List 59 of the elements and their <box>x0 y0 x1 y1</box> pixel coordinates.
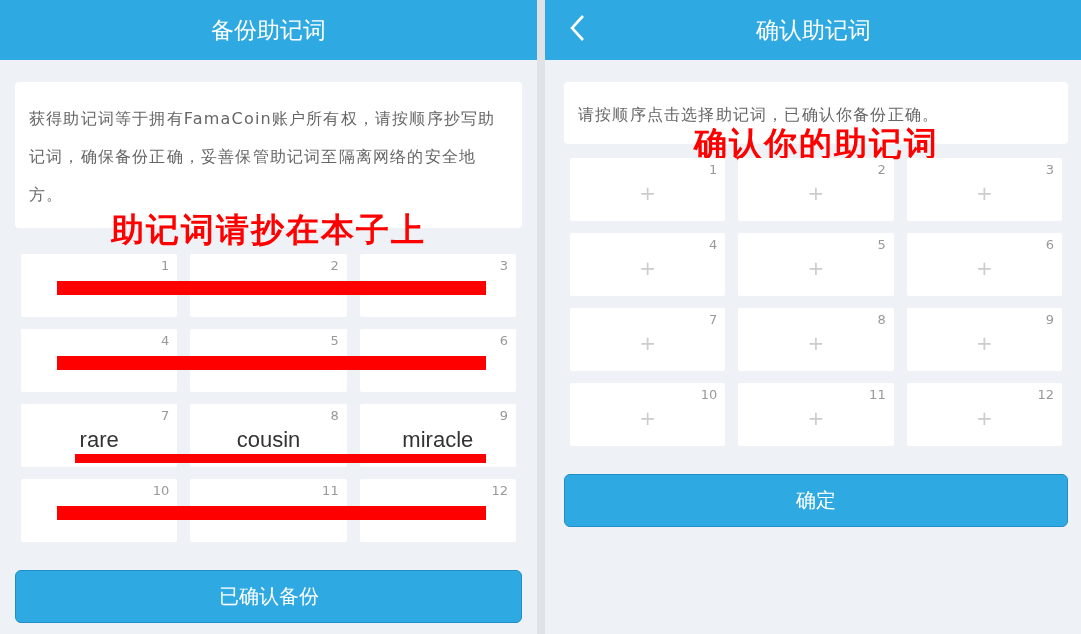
word-number: 5 <box>330 333 339 348</box>
notice-text: 获得助记词等于拥有FamaCoin账户所有权，请按顺序抄写助记词，确保备份正确，妥善保管助记词至隔离网络的安全地方。 <box>29 108 497 206</box>
word-text: miracle <box>402 426 474 453</box>
plus-sign: + <box>807 255 825 280</box>
word-slot[interactable]: 3 + <box>906 158 1062 221</box>
word-number: 3 <box>1045 162 1054 177</box>
word-slot[interactable]: 11 + <box>738 383 894 446</box>
word-slot[interactable]: 4 + <box>570 233 726 296</box>
word-slot[interactable]: 8 + <box>738 308 894 371</box>
back-icon <box>569 14 585 42</box>
notice-text: 请按顺序点击选择助记词，已确认你备份正确。 <box>578 104 941 126</box>
word-slot[interactable]: 6 + <box>906 233 1062 296</box>
word-number: 4 <box>709 237 718 252</box>
word-number: 7 <box>709 312 718 327</box>
word-number: 9 <box>499 408 508 423</box>
word-number: 7 <box>161 408 170 423</box>
word-slot[interactable]: 5 + <box>738 233 894 296</box>
plus-sign: + <box>975 330 993 355</box>
word-slot[interactable]: 1 + <box>570 158 726 221</box>
word-slot[interactable]: 9 + <box>906 308 1062 371</box>
plus-sign: + <box>639 405 657 430</box>
word-number: 1 <box>161 258 170 273</box>
word-number: 3 <box>499 258 508 273</box>
plus-sign: + <box>807 180 825 205</box>
word-slot[interactable]: 10 + <box>570 383 726 446</box>
confirm-button[interactable]: 确定 <box>564 474 1068 527</box>
word-slot[interactable]: 7 + <box>570 308 726 371</box>
word-number: 4 <box>161 333 170 348</box>
plus-sign: + <box>639 255 657 280</box>
plus-sign: + <box>807 405 825 430</box>
plus-sign: + <box>975 255 993 280</box>
word-number: 12 <box>1037 387 1054 402</box>
word-slot[interactable]: 12 + <box>906 383 1062 446</box>
word-number: 6 <box>1045 237 1054 252</box>
plus-sign: + <box>975 405 993 430</box>
word-number: 2 <box>330 258 339 273</box>
word-number: 10 <box>700 387 718 402</box>
word-number: 8 <box>877 312 886 327</box>
screen-title: 备份助记词 <box>211 15 326 45</box>
word-number: 2 <box>877 162 886 177</box>
word-number: 5 <box>877 237 886 252</box>
word-number: 11 <box>322 483 339 498</box>
word-number: 1 <box>709 162 718 177</box>
plus-sign: + <box>639 330 657 355</box>
confirm-button[interactable]: 已确认备份 <box>15 570 522 623</box>
plus-sign: + <box>639 180 657 205</box>
word-number: 11 <box>869 387 886 402</box>
plus-sign: + <box>807 330 825 355</box>
word-text: rare <box>79 426 119 453</box>
back-button[interactable] <box>569 14 585 42</box>
word-slot[interactable]: 2 + <box>738 158 894 221</box>
word-number: 12 <box>491 483 508 498</box>
word-number: 9 <box>1045 312 1054 327</box>
word-number: 10 <box>152 483 170 498</box>
screen-title: 确认助记词 <box>755 15 871 45</box>
word-number: 8 <box>330 408 339 423</box>
plus-sign: + <box>975 180 993 205</box>
word-text: cousin <box>236 426 301 453</box>
word-number: 6 <box>499 333 508 348</box>
